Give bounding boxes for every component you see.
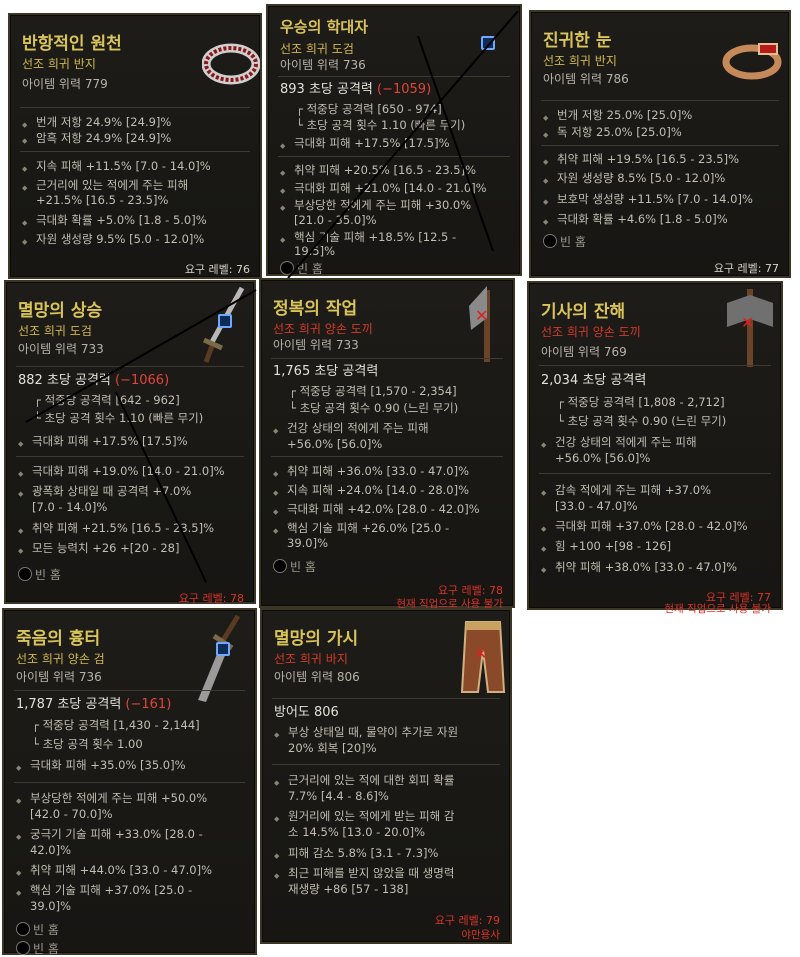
- item-title: 죽음의 흉터: [16, 629, 101, 649]
- item-power: 아이템 위력 786: [543, 72, 629, 86]
- item-type: 선조 희귀 바지: [274, 652, 348, 666]
- item-type: 선조 희귀 반지: [22, 57, 96, 71]
- stat-line: 취약 피해 +36.0% [33.0 - 47.0]%: [273, 464, 505, 481]
- item-card-death-scar[interactable]: 죽음의 흉터 선조 희귀 양손 검 아이템 위력 736 1,787 초당 공격…: [2, 608, 257, 957]
- item-power: 아이템 위력 733: [273, 338, 359, 352]
- stat-line: 자원 생성량 8.5% [5.0 - 12.0]%: [543, 171, 781, 188]
- stat-line: 소 14.5% [13.0 - 20.0]%: [288, 825, 425, 839]
- ring-icon: [722, 43, 782, 80]
- item-card-doom-ascent[interactable]: 멸망의 상승 선조 희귀 도검 아이템 위력 733 882 초당 공격력 (−…: [4, 280, 257, 605]
- item-title: 진귀한 눈: [543, 31, 612, 51]
- item-type: 선조 희귀 양손 도끼: [541, 325, 641, 339]
- damage-per-second: 1,765 초당 공격력: [273, 364, 379, 379]
- item-type: 선조 희귀 양손 도끼: [273, 322, 373, 336]
- stat-line: ┌ 적중당 공격력 [1,430 - 2,144]: [32, 718, 200, 732]
- item-type: 선조 희귀 양손 검: [16, 652, 105, 666]
- required-level: 요구 레벨: 79: [434, 914, 500, 927]
- stat-line: 극대화 피해 +42.0% [28.0 - 42.0]%: [273, 502, 505, 519]
- stat-line: 근거리에 있는 적에 대한 회피 확률: [274, 773, 502, 790]
- stat-line: └ 초당 공격 횟수 0.90 (느린 무기): [289, 401, 459, 415]
- item-card-knight-remains[interactable]: 기사의 잔해 선조 희귀 양손 도끼 아이템 위력 769 ✕ 2,034 초당…: [527, 281, 783, 615]
- required-level: 요구 레벨: 77: [713, 262, 779, 275]
- empty-socket: 빈 홈: [273, 558, 316, 575]
- lock-icon: [216, 642, 230, 656]
- stat-line: 취약 피해 +38.0% [33.0 - 47.0]%: [541, 560, 773, 577]
- item-power: 아이템 위력 736: [16, 670, 102, 684]
- stat-line: 원거리에 있는 적에게 받는 피해 감: [274, 809, 502, 826]
- stat-line: 39.0]%: [287, 536, 329, 550]
- stat-line: 궁극기 기술 피해 +33.0% [28.0 -: [16, 827, 247, 844]
- item-title: 반항적인 원천: [22, 34, 122, 54]
- cross-out-mark: [25, 289, 257, 583]
- item-card-doom-thorn[interactable]: 멸망의 가시 선조 희귀 바지 아이템 위력 806 ✕ 방어도 806 부상 …: [260, 608, 512, 944]
- stat-line: 자원 생성량 9.5% [5.0 - 12.0]%: [22, 232, 252, 249]
- stat-line: [42.0 - 70.0]%: [30, 807, 113, 821]
- stat-line: +56.0% [56.0]%: [555, 451, 651, 465]
- stat-line: 지속 피해 +24.0% [14.0 - 28.0]%: [273, 483, 505, 500]
- stat-line: 독 저항 25.0% [25.0]%: [543, 125, 781, 142]
- stat-line: 39.0]%: [30, 899, 72, 913]
- empty-socket: 빈 홈: [16, 940, 59, 957]
- damage-per-second: 2,034 초당 공격력: [541, 373, 647, 388]
- unusable-icon: ✕: [474, 644, 488, 663]
- stat-line: [33.0 - 47.0]%: [555, 499, 638, 513]
- stat-line: 부상 상태일 때, 물약이 추가로 자원: [274, 725, 502, 742]
- stat-line: 42.0]%: [30, 843, 72, 857]
- item-power: 아이템 위력 769: [541, 345, 627, 359]
- item-card-conquest-work[interactable]: 정복의 작업 선조 희귀 양손 도끼 아이템 위력 733 ✕ 1,765 초당…: [259, 278, 515, 610]
- stat-line: 최근 피해를 받지 않았을 때 생명력: [274, 866, 502, 883]
- stat-line: 근거리에 있는 적에게 주는 피해: [22, 178, 252, 195]
- unusable-icon: ✕: [475, 306, 489, 325]
- item-title: 기사의 잔해: [541, 302, 626, 322]
- empty-socket: 빈 홈: [543, 233, 586, 250]
- stat-line: +21.5% [16.5 - 23.5]%: [36, 193, 169, 207]
- item-card-rare-eye[interactable]: 진귀한 눈 선조 희귀 반지 아이템 위력 786 번개 저항 25.0% [2…: [529, 10, 791, 278]
- item-title: 정복의 작업: [273, 299, 358, 319]
- stat-line: 보호막 생성량 +11.5% [7.0 - 14.0]%: [543, 192, 781, 209]
- item-power: 아이템 위력 806: [274, 670, 360, 684]
- stat-line: 감속 적에게 주는 피해 +37.0%: [541, 483, 773, 500]
- item-title: 멸망의 가시: [274, 629, 359, 649]
- stat-line: 극대화 확률 +5.0% [1.8 - 5.0]%: [22, 213, 252, 230]
- stat-line: 피해 감소 5.8% [3.1 - 7.3]%: [274, 846, 502, 863]
- class-restriction-warning: 현재 직업으로 사용 불가: [664, 603, 771, 615]
- class-restriction-warning: 야만용사: [461, 929, 500, 941]
- stat-line: 건강 상태의 적에게 주는 피해: [541, 435, 773, 452]
- empty-socket: 빈 홈: [16, 921, 59, 938]
- item-power: 아이템 위력 779: [22, 77, 108, 91]
- stat-line: 핵심 기술 피해 +37.0% [25.0 -: [16, 883, 247, 900]
- stat-line: 건강 상태의 적에게 주는 피해: [273, 421, 505, 438]
- damage-diff: (−161): [125, 697, 172, 712]
- stat-line: 번개 저항 25.0% [25.0]%: [543, 108, 781, 125]
- stat-line: 지속 피해 +11.5% [7.0 - 14.0]%: [22, 159, 252, 176]
- stat-line: 암흑 저항 24.9% [24.9]%: [22, 131, 252, 148]
- stat-line: └ 초당 공격 횟수 1.00: [32, 737, 143, 751]
- stat-line: ┌ 적중당 공격력 [1,808 - 2,712]: [557, 395, 725, 409]
- stat-line: 취약 피해 +19.5% [16.5 - 23.5]%: [543, 152, 781, 169]
- required-level: 요구 레벨: 76: [184, 263, 250, 276]
- item-card-defiant-source[interactable]: 반항적인 원천 선조 희귀 반지 아이템 위력 779 번개 저항 24.9% …: [8, 13, 262, 279]
- damage-per-second: 1,787 초당 공격력 (−161): [16, 697, 172, 712]
- stat-line: 번개 저항 24.9% [24.9]%: [22, 115, 252, 132]
- stat-line: 힘 +100 +[98 - 126]: [541, 539, 773, 556]
- stat-line: └ 초당 공격 횟수 0.90 (느린 무기): [557, 414, 727, 428]
- stat-line: 재생량 +86 [57 - 138]: [288, 882, 409, 896]
- stat-line: 20% 회복 [20]%: [288, 741, 377, 755]
- stat-line: 부상당한 적에게 주는 피해 +50.0%: [16, 791, 247, 808]
- stat-line: +56.0% [56.0]%: [287, 437, 383, 451]
- item-type: 선조 희귀 반지: [543, 54, 617, 68]
- ring-icon: [202, 43, 260, 85]
- stat-line: 핵심 기술 피해 +26.0% [25.0 -: [273, 521, 505, 538]
- stat-line: 극대화 확률 +4.6% [1.8 - 5.0]%: [543, 212, 781, 229]
- item-card-champion-abuser[interactable]: 우승의 학대자 선조 희귀 도검 아이템 위력 736 893 초당 공격력 (…: [266, 4, 522, 278]
- stat-line: ┌ 적중당 공격력 [1,570 - 2,354]: [289, 384, 457, 398]
- armor-value: 방어도 806: [274, 705, 339, 720]
- cross-out-mark: [287, 10, 519, 278]
- stat-line: 취약 피해 +44.0% [33.0 - 47.0]%: [16, 863, 247, 880]
- stat-line: 7.7% [4.4 - 8.6]%: [288, 789, 389, 803]
- unusable-icon: ✕: [741, 313, 755, 332]
- stat-line: 극대화 피해 +35.0% [35.0]%: [16, 758, 247, 775]
- stat-line: 극대화 피해 +37.0% [28.0 - 42.0]%: [541, 519, 773, 536]
